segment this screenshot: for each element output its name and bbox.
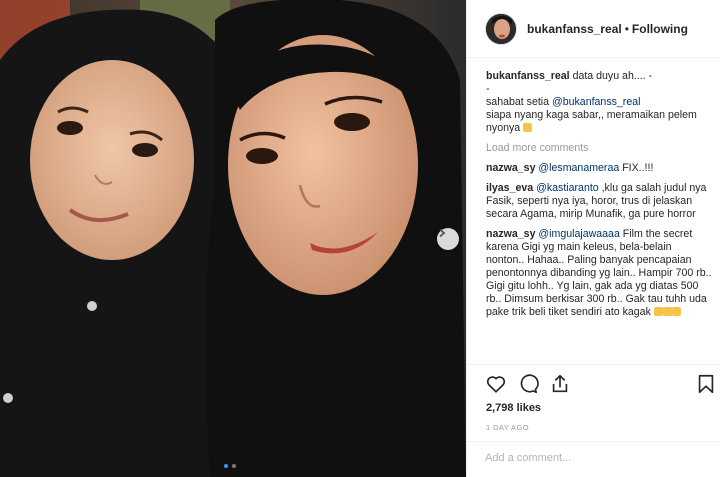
photo-illustration (0, 0, 466, 477)
add-comment-input[interactable] (485, 452, 705, 464)
post-timestamp: 1 DAY AGO (486, 423, 529, 432)
share-icon[interactable] (549, 373, 571, 395)
heart-icon[interactable] (485, 373, 507, 395)
comment-username[interactable]: ilyas_eva (486, 182, 533, 194)
caption-text: data duyu ah.... - (572, 70, 653, 82)
load-more-comments-link[interactable]: Load more comments (486, 142, 712, 155)
caption-text: sahabat setia (486, 96, 552, 108)
follow-status-button[interactable]: Following (632, 22, 688, 36)
comment-username[interactable]: nazwa_sy (486, 228, 535, 240)
post-header: bukanfanss_real • Following (467, 0, 720, 58)
caption-line: siapa nyang kaga sabar,, meramaikan pele… (486, 109, 712, 135)
header-text: bukanfanss_real • Following (527, 22, 688, 36)
post-username[interactable]: bukanfanss_real (527, 22, 622, 36)
post-photo[interactable] (0, 0, 466, 477)
chevron-right-icon (439, 228, 446, 238)
caption-line: - (486, 83, 490, 95)
caption-mention-link[interactable]: @bukanfanss_real (552, 96, 641, 108)
next-slide-button[interactable] (437, 228, 459, 250)
emoji-icon (523, 123, 533, 132)
comments-list: bukanfanss_real data duyu ah.... - - sah… (486, 70, 712, 326)
avatar-image (486, 13, 516, 44)
emoji-icon (662, 307, 672, 316)
comment-text: FIX..!!! (619, 162, 654, 174)
caption-line: bukanfanss_real data duyu ah.... - (486, 70, 712, 83)
header-separator: • (624, 21, 629, 36)
comment-mention-link[interactable]: @imgulajawaaaa (538, 228, 619, 240)
comment-username[interactable]: nazwa_sy (486, 162, 535, 174)
likes-count[interactable]: 2,798 likes (486, 402, 541, 414)
carousel-indicator (224, 464, 236, 468)
bookmark-icon[interactable] (695, 373, 717, 395)
post-actions-bar: 2,798 likes 1 DAY AGO (467, 364, 720, 477)
comment-item: nazwa_sy @lesmanameraa FIX..!!! (486, 162, 712, 175)
add-comment-area (467, 441, 720, 477)
comment-item: ilyas_eva @kastiaranto ,klu ga salah jud… (486, 182, 712, 221)
comment-mention-link[interactable]: @kastiaranto (536, 182, 599, 194)
emoji-icon (653, 307, 663, 316)
comment-item: nazwa_sy @imgulajawaaaa Film the secret … (486, 228, 712, 319)
caption-line: sahabat setia @bukanfanss_real (486, 96, 712, 109)
comment-text: Film the secret karena Gigi yg main kele… (486, 228, 712, 318)
caption-text: siapa nyang kaga sabar,, meramaikan pele… (486, 109, 697, 134)
comment-icon[interactable] (517, 373, 539, 395)
comment-mention-link[interactable]: @lesmanameraa (538, 162, 619, 174)
carousel-dot (232, 464, 236, 468)
action-icons (485, 373, 571, 395)
avatar[interactable] (485, 12, 517, 45)
carousel-dot-active (224, 464, 228, 468)
caption-username[interactable]: bukanfanss_real (486, 70, 570, 82)
emoji-icon (671, 307, 681, 316)
post-details-panel: bukanfanss_real • Following bukanfanss_rea… (466, 0, 720, 477)
post-caption: bukanfanss_real data duyu ah.... - - sah… (486, 70, 712, 135)
